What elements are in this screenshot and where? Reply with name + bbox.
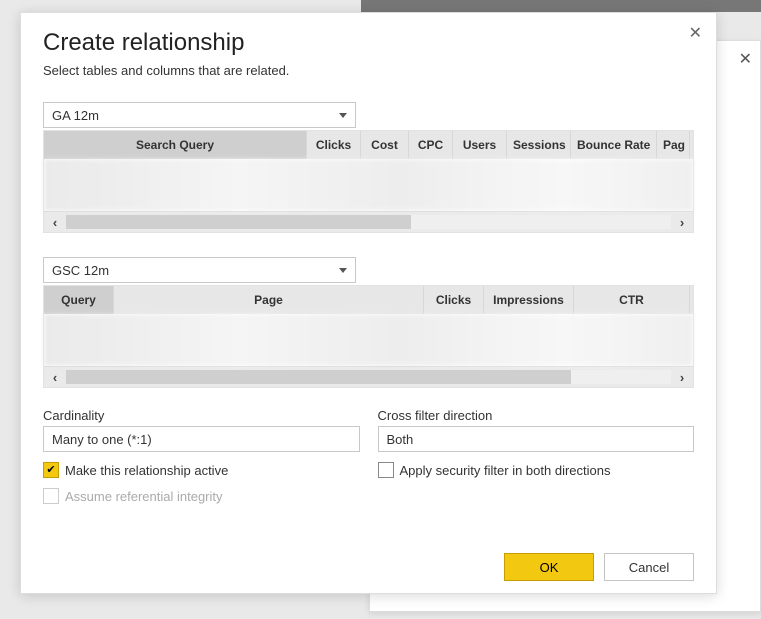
column-header[interactable]: Impressions	[484, 286, 574, 314]
column-header[interactable]: Users	[453, 131, 507, 159]
scroll-left-icon[interactable]: ‹	[44, 215, 66, 230]
cardinality-label: Cardinality	[43, 408, 360, 423]
background-close-icon[interactable]: ✕	[739, 49, 752, 69]
scroll-right-icon[interactable]: ›	[671, 215, 693, 230]
apply-security-label: Apply security filter in both directions	[400, 463, 611, 478]
dialog-subtitle: Select tables and columns that are relat…	[43, 63, 694, 78]
second-table-dropdown[interactable]: GSC 12m	[43, 257, 356, 283]
column-header[interactable]: Bounce Rate	[571, 131, 657, 159]
chevron-down-icon	[339, 268, 347, 273]
cardinality-dropdown[interactable]: Many to one (*:1)	[43, 426, 360, 452]
first-table-dropdown[interactable]: GA 12m	[43, 102, 356, 128]
second-table-dropdown-value: GSC 12m	[52, 263, 109, 278]
dialog-footer: OK Cancel	[43, 535, 694, 581]
column-header[interactable]: CPC	[409, 131, 453, 159]
checkbox-icon	[378, 462, 394, 478]
second-table-scrollbar[interactable]: ‹ ›	[44, 366, 693, 387]
column-header[interactable]: Page	[114, 286, 424, 314]
cancel-button[interactable]: Cancel	[604, 553, 694, 581]
ok-button[interactable]: OK	[504, 553, 594, 581]
crossfilter-dropdown[interactable]: Both	[378, 426, 695, 452]
assume-integrity-label: Assume referential integrity	[65, 489, 223, 504]
column-header[interactable]: Sessions	[507, 131, 571, 159]
column-header[interactable]: CTR	[574, 286, 690, 314]
checkbox-icon: ✔	[43, 462, 59, 478]
first-table-preview: Search QueryClicksCostCPCUsersSessionsBo…	[43, 130, 694, 233]
first-table-scrollbar[interactable]: ‹ ›	[44, 211, 693, 232]
column-header[interactable]: Clicks	[424, 286, 484, 314]
column-header[interactable]: Pag	[657, 131, 690, 159]
column-header[interactable]: Search Query	[44, 131, 307, 159]
make-active-label: Make this relationship active	[65, 463, 228, 478]
scroll-left-icon[interactable]: ‹	[44, 370, 66, 385]
first-table-body	[44, 159, 693, 211]
second-table-preview: QueryPageClicksImpressionsCTR ‹ ›	[43, 285, 694, 388]
checkbox-icon	[43, 488, 59, 504]
dialog-title: Create relationship	[43, 29, 694, 57]
crossfilter-value: Both	[387, 432, 414, 447]
scroll-thumb[interactable]	[66, 215, 411, 229]
chevron-down-icon	[339, 113, 347, 118]
second-table-body	[44, 314, 693, 366]
column-header[interactable]: Cost	[361, 131, 409, 159]
close-icon[interactable]: ✕	[685, 21, 706, 45]
assume-integrity-checkbox: Assume referential integrity	[43, 488, 360, 504]
create-relationship-dialog: ✕ Create relationship Select tables and …	[20, 12, 717, 594]
first-table-dropdown-value: GA 12m	[52, 108, 99, 123]
cardinality-value: Many to one (*:1)	[52, 432, 152, 447]
crossfilter-label: Cross filter direction	[378, 408, 695, 423]
column-header[interactable]: Clicks	[307, 131, 361, 159]
make-active-checkbox[interactable]: ✔ Make this relationship active	[43, 462, 360, 478]
apply-security-checkbox[interactable]: Apply security filter in both directions	[378, 462, 695, 478]
scroll-right-icon[interactable]: ›	[671, 370, 693, 385]
scroll-thumb[interactable]	[66, 370, 571, 384]
column-header[interactable]: Query	[44, 286, 114, 314]
